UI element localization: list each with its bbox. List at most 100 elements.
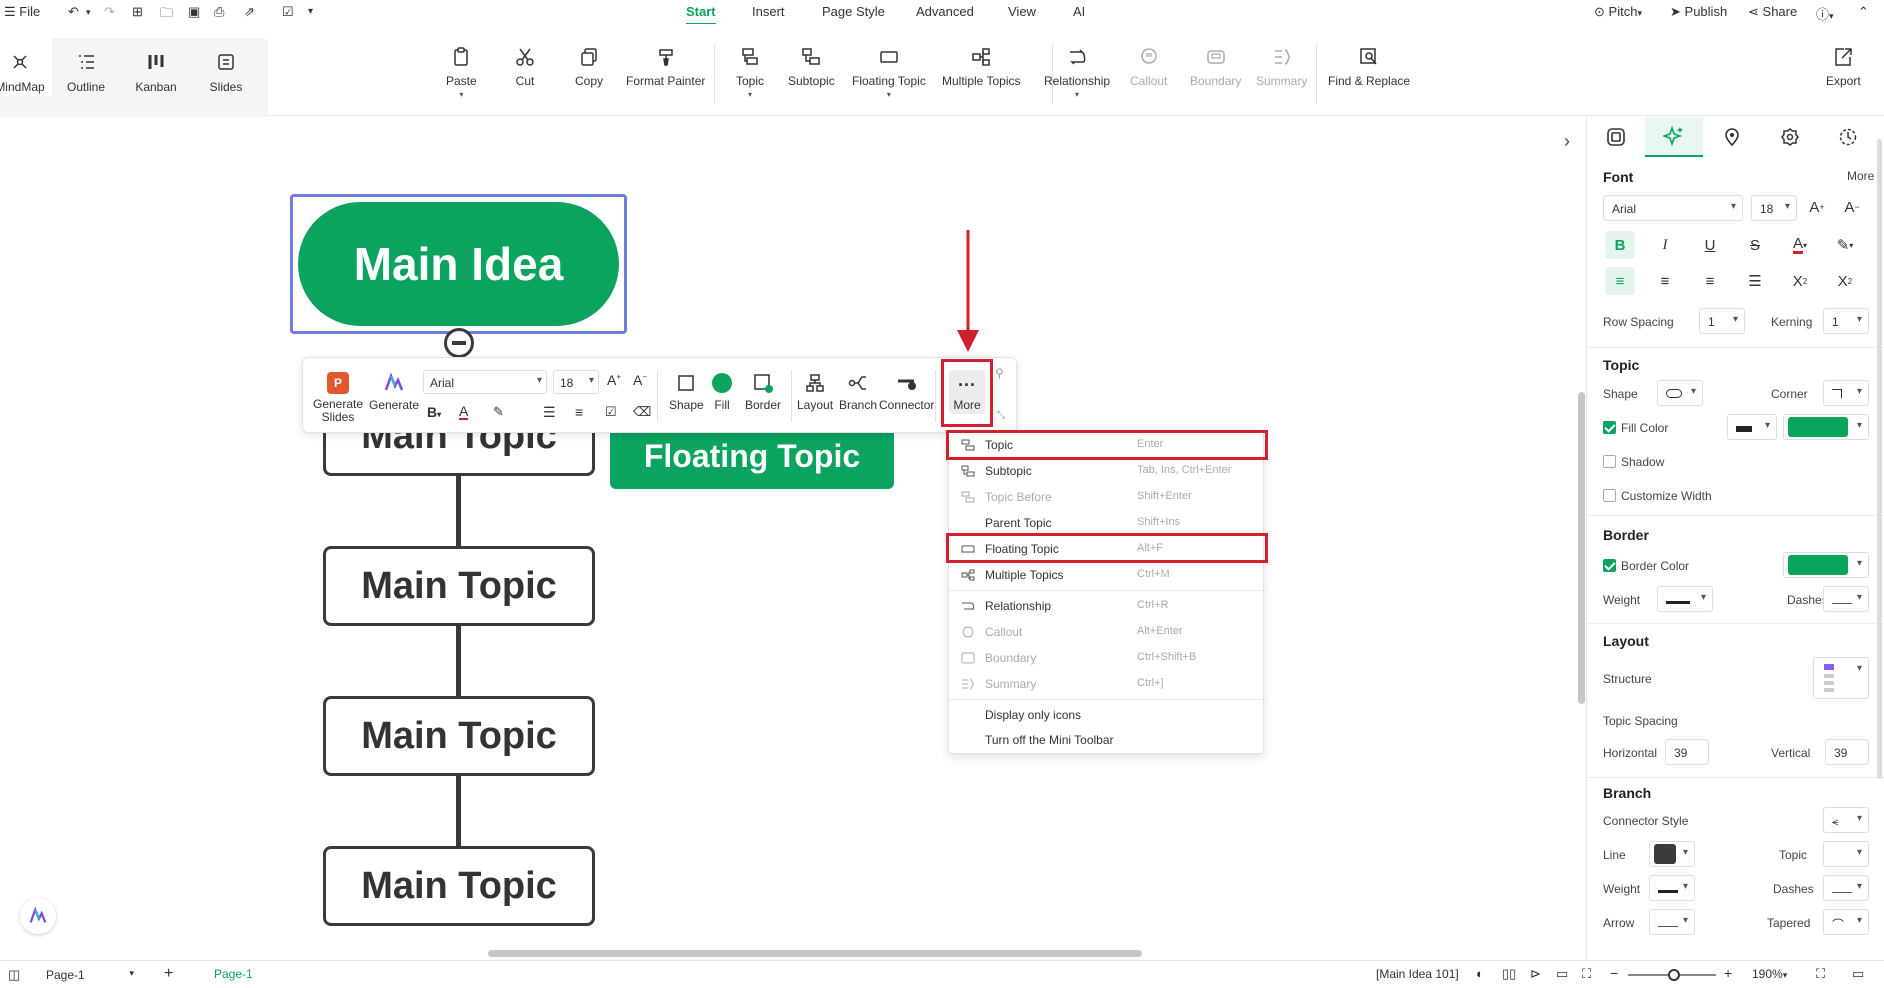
menu-item-topic-before[interactable]: Topic Before Shift+Enter [949, 484, 1265, 510]
shape-select[interactable] [1657, 380, 1703, 406]
menu-item-multiple-topics[interactable]: Multiple Topics Ctrl+M [949, 562, 1265, 588]
export-button[interactable]: Export [1826, 46, 1861, 88]
tab-start[interactable]: Start [686, 4, 716, 25]
undo-dropdown-icon[interactable]: ▾ [86, 7, 91, 18]
branch-dashes-select[interactable] [1823, 875, 1869, 901]
presentation-icon[interactable]: ▭ [1556, 966, 1568, 982]
view-slides[interactable]: Slides [194, 52, 258, 94]
align-icon[interactable]: ≡ [575, 404, 583, 420]
help-button[interactable]: ⓘ▾ [1816, 4, 1834, 23]
structure-select[interactable] [1813, 657, 1869, 699]
highlight-icon[interactable]: ✎ [493, 404, 504, 420]
view-mindmap[interactable]: MindMap [0, 38, 52, 96]
copy-button[interactable]: Copy [575, 46, 603, 88]
zoom-level[interactable]: 190%▾ [1752, 967, 1787, 981]
border-button[interactable]: Border [745, 372, 781, 412]
menu-item-callout[interactable]: Callout Alt+Enter [949, 619, 1265, 645]
page-select[interactable]: Page-1 ▾ [38, 965, 138, 985]
justify-button[interactable]: ☰ [1740, 267, 1770, 295]
increase-font-icon[interactable]: A+ [1802, 193, 1832, 221]
strikethrough-button[interactable]: S [1740, 231, 1770, 259]
mini-font-size-select[interactable]: 18 [553, 370, 599, 394]
main-idea-topic[interactable]: Main Idea [298, 202, 619, 326]
panel-tab-style[interactable] [1587, 117, 1645, 157]
paste-button[interactable]: Paste ▾ [446, 46, 477, 99]
main-topic-node[interactable]: Main Topic [323, 696, 595, 776]
tab-page-style[interactable]: Page Style [822, 4, 885, 19]
ai-assistant-button[interactable] [20, 898, 56, 934]
focus-icon[interactable]: ◐ [1476, 966, 1484, 981]
tab-ai[interactable]: AI [1073, 4, 1085, 19]
font-color-icon[interactable]: A [459, 404, 469, 420]
menu-item-turn-off-mini-toolbar[interactable]: Turn off the Mini Toolbar [949, 727, 1265, 753]
page-tab-active[interactable]: Page-1 [214, 967, 253, 981]
italic-button[interactable]: I [1650, 231, 1680, 259]
shadow-checkbox[interactable] [1603, 455, 1616, 468]
border-color-checkbox[interactable] [1603, 559, 1616, 572]
checkbox-list-icon[interactable]: ☑ [605, 404, 617, 420]
horizontal-scrollbar[interactable] [488, 950, 1142, 957]
collapse-panel-icon[interactable]: ▭ [1852, 966, 1864, 982]
fit-screen-icon[interactable]: ⛶ [1582, 966, 1591, 982]
corner-select[interactable] [1823, 380, 1869, 406]
tab-view[interactable]: View [1008, 4, 1036, 19]
new-file-icon[interactable]: ⊞ [132, 4, 143, 20]
clear-format-icon[interactable]: ⌫ [633, 404, 651, 420]
vertical-scrollbar[interactable] [1578, 392, 1585, 704]
panel-tab-history[interactable] [1819, 117, 1877, 157]
font-more-link[interactable]: More [1847, 169, 1874, 183]
save-icon[interactable]: ▣ [188, 4, 200, 20]
horizontal-spacing-input[interactable]: 39 [1665, 739, 1709, 765]
fullscreen-icon[interactable]: ⛶ [1816, 966, 1825, 982]
border-dashes-select[interactable] [1823, 586, 1869, 612]
boundary-button[interactable]: Boundary [1190, 46, 1241, 88]
border-color-picker[interactable] [1783, 552, 1869, 578]
connector-style-select[interactable]: ⪪ [1823, 807, 1869, 833]
row-spacing-select[interactable]: 1 [1699, 308, 1745, 334]
generate-slides-button[interactable]: P Generate Slides [313, 372, 363, 424]
page-list-icon[interactable]: ◫ [8, 967, 20, 983]
layout-button[interactable]: Layout [797, 372, 833, 412]
connector-button[interactable]: Connector [879, 372, 934, 412]
bold-button[interactable]: B [1605, 231, 1635, 259]
panel-tab-theme[interactable] [1761, 117, 1819, 157]
view-kanban[interactable]: Kanban [124, 52, 188, 94]
branch-weight-select[interactable] [1649, 875, 1695, 901]
decrease-font-icon[interactable]: A− [1837, 193, 1867, 221]
generate-button[interactable]: Generate [369, 372, 419, 412]
align-right-button[interactable]: ≡ [1695, 267, 1725, 295]
add-page-icon[interactable]: + [164, 965, 173, 983]
underline-button[interactable]: U [1695, 231, 1725, 259]
more-dropdown-icon[interactable]: ▾ [308, 6, 313, 17]
panel-tab-marker[interactable] [1703, 117, 1761, 157]
branch-topic-select[interactable] [1823, 841, 1869, 867]
subscript-button[interactable]: X2 [1830, 267, 1860, 295]
font-family-select[interactable]: Arial [1603, 195, 1743, 221]
zoom-slider-thumb[interactable] [1668, 969, 1680, 981]
font-size-select[interactable]: 18 [1751, 195, 1797, 221]
highlight-color-button[interactable]: ✎ ▾ [1830, 231, 1860, 259]
panel-scrollbar[interactable] [1877, 139, 1882, 779]
tab-advanced[interactable]: Advanced [916, 4, 974, 19]
mini-font-select[interactable]: Arial [423, 370, 547, 394]
panel-tab-ai[interactable] [1645, 117, 1703, 157]
book-icon[interactable]: ▯▯ [1502, 966, 1516, 982]
multiple-topics-button[interactable]: Multiple Topics [942, 46, 1020, 88]
callout-button[interactable]: Callout [1130, 46, 1167, 88]
export-icon[interactable]: ⇗ [244, 4, 255, 20]
collapse-menu-icon[interactable]: ⌃ [1858, 4, 1869, 20]
border-weight-select[interactable] [1657, 586, 1713, 612]
list-icon[interactable]: ☰ [543, 404, 556, 421]
play-icon[interactable]: ⊳ [1530, 966, 1541, 982]
menu-item-relationship[interactable]: Relationship Ctrl+R [949, 593, 1265, 619]
file-menu[interactable]: ☰ File [4, 4, 40, 20]
arrow-select[interactable] [1649, 909, 1695, 935]
subtopic-button[interactable]: Subtopic [788, 46, 835, 88]
expand-panel-chevron-icon[interactable]: › [1564, 131, 1570, 152]
fill-color-checkbox[interactable] [1603, 421, 1616, 434]
resize-icon[interactable]: ⤡ [997, 410, 1005, 421]
fill-pattern-select[interactable] [1727, 414, 1777, 440]
bold-icon[interactable]: B▾ [427, 404, 441, 420]
menu-item-boundary[interactable]: Boundary Ctrl+Shift+B [949, 645, 1265, 671]
tapered-select[interactable]: ⌒ [1823, 909, 1869, 935]
